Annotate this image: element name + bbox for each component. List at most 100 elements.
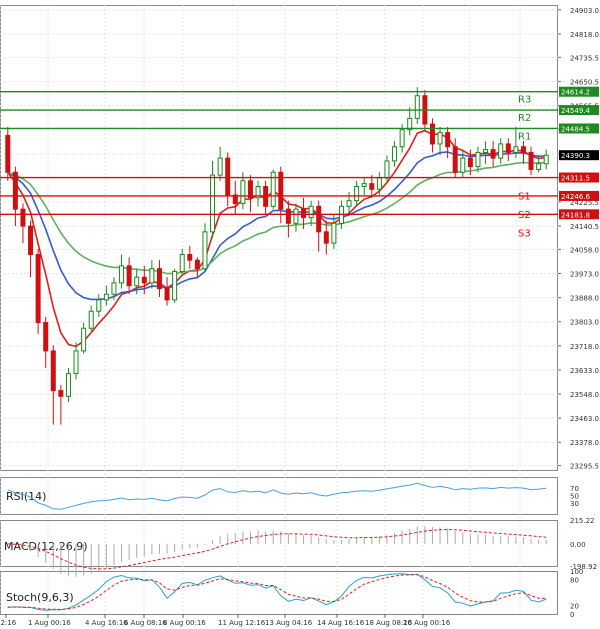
stoch-tick: 0 — [570, 611, 574, 619]
candle-body — [543, 154, 549, 165]
candle-body — [384, 160, 390, 179]
candle-body — [392, 146, 398, 162]
level-name-r1: R1 — [518, 131, 531, 142]
candle-body — [331, 222, 337, 244]
candle-body — [126, 265, 132, 287]
x-tick-label: 13 Aug 04:16 — [265, 619, 313, 627]
x-tick-label: 6 Aug 08:16 — [124, 619, 167, 627]
candle-body — [65, 373, 71, 397]
level-name-r2: R2 — [518, 113, 531, 124]
candle-body — [141, 276, 147, 284]
level-price-label: 24181.8 — [561, 211, 590, 219]
candle-body — [119, 265, 125, 284]
candle-body — [111, 282, 117, 295]
candle-body — [467, 157, 473, 168]
candle-body — [498, 143, 504, 159]
candle-body — [513, 146, 519, 153]
level-price-label: 24246.6 — [561, 193, 590, 201]
candle-body — [73, 350, 79, 375]
stoch-tick: 100 — [570, 568, 583, 576]
y-tick-label: 23633.0 — [570, 367, 599, 375]
level-price-label: 24549.4 — [561, 107, 590, 115]
candle-body — [217, 157, 223, 176]
y-tick-label: 23548.0 — [570, 391, 599, 399]
forex-chart: 24903.024818.024735.524650.524565.524480… — [0, 0, 600, 629]
x-tick-label: 12:16 — [0, 619, 17, 627]
candle-body — [202, 231, 208, 270]
level-price-label: 24311.5 — [561, 175, 590, 183]
candle-body — [536, 163, 542, 170]
candle-body — [490, 149, 496, 159]
x-tick-label: 4 Aug 16:16 — [85, 619, 128, 627]
candle-body — [445, 132, 451, 148]
y-tick-label: 24058.0 — [570, 246, 599, 254]
y-tick-label: 24903.0 — [570, 7, 599, 15]
candle-body — [505, 143, 511, 153]
candle-body — [308, 205, 314, 219]
candle-body — [475, 151, 481, 168]
candle-body — [354, 185, 360, 202]
level-name-s3: S3 — [518, 228, 531, 239]
macd-tick: 215.22 — [570, 517, 595, 525]
x-tick-label: 8 Aug 00:16 — [163, 619, 206, 627]
candle-body — [285, 208, 291, 224]
candle-body — [240, 180, 246, 204]
candle-body — [376, 177, 382, 190]
stoch-tick: 80 — [570, 577, 579, 585]
candle-body — [134, 276, 140, 287]
level-price-label: 24614.2 — [561, 89, 590, 97]
y-tick-label: 24818.0 — [570, 31, 599, 39]
x-tick-label: 11 Aug 12:16 — [218, 619, 266, 627]
candle-body — [28, 225, 34, 256]
candle-body — [210, 174, 216, 233]
candle-body — [460, 157, 466, 173]
x-tick-label: 20 Aug 00:16 — [403, 619, 451, 627]
candle-body — [528, 151, 534, 170]
y-tick-label: 23295.5 — [570, 463, 599, 471]
x-tick-label: 1 Aug 00:16 — [28, 619, 71, 627]
candle-body — [399, 129, 405, 148]
candle-body — [88, 310, 94, 329]
candle-body — [179, 254, 185, 273]
candle-body — [43, 322, 49, 352]
macd-tick: 0.00 — [570, 541, 586, 549]
rsi-tick: 30 — [570, 500, 579, 508]
level-price-label: 24484.5 — [561, 125, 590, 133]
candle-body — [452, 146, 458, 173]
current-price-label: 24390.3 — [561, 152, 590, 160]
chart-canvas: 24903.024818.024735.524650.524565.524480… — [0, 0, 600, 629]
candle-body — [316, 205, 322, 233]
candle-body — [149, 268, 155, 284]
y-tick-label: 23463.0 — [570, 415, 599, 423]
candle-body — [156, 268, 162, 290]
candle-body — [361, 183, 367, 187]
candle-body — [225, 157, 231, 196]
candle-body — [301, 208, 307, 219]
y-tick-label: 23718.0 — [570, 343, 599, 351]
candle-body — [5, 134, 11, 173]
candle-body — [369, 183, 375, 190]
candle-body — [414, 95, 420, 119]
candle-body — [194, 259, 200, 270]
candle-body — [172, 271, 178, 301]
level-name-s1: S1 — [518, 192, 531, 203]
stoch-tick: 20 — [570, 602, 579, 610]
y-tick-label: 24650.5 — [570, 78, 599, 86]
candle-body — [520, 146, 526, 153]
candle-body — [58, 390, 64, 397]
y-tick-label: 23378.0 — [570, 439, 599, 447]
level-name-r3: R3 — [518, 95, 531, 106]
candle-body — [293, 208, 299, 224]
candle-body — [164, 288, 170, 301]
x-tick-label: 14 Aug 16:16 — [317, 619, 365, 627]
y-tick-label: 23803.0 — [570, 319, 599, 327]
y-tick-label: 23888.0 — [570, 295, 599, 303]
candle-body — [437, 132, 443, 145]
candle-body — [346, 200, 352, 207]
candle-body — [96, 299, 102, 312]
candle-body — [103, 293, 109, 301]
level-name-s2: S2 — [518, 210, 531, 221]
y-tick-label: 24140.5 — [570, 223, 599, 231]
candle-body — [50, 350, 56, 392]
candle-body — [20, 208, 26, 227]
